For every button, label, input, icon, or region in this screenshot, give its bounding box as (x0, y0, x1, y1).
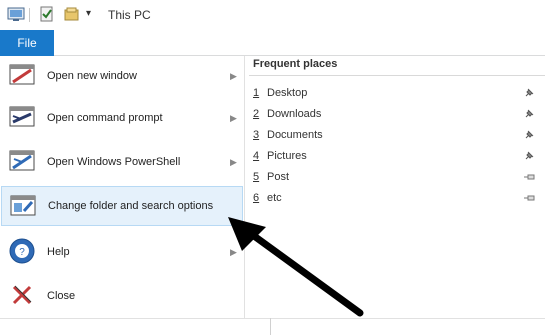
menu-item-open-powershell[interactable]: Open Windows PowerShell ▶ (1, 142, 243, 182)
frequent-place-item[interactable]: 1 Desktop (253, 84, 545, 104)
menu-item-open-command-prompt[interactable]: Open command prompt ▶ (1, 98, 243, 138)
new-folder-icon[interactable] (64, 6, 82, 22)
item-number: 5 (253, 171, 260, 183)
menu-item-change-folder-options[interactable]: Change folder and search options (1, 186, 243, 226)
properties-icon[interactable] (7, 6, 25, 22)
item-number: 3 (253, 129, 260, 141)
file-menu-commands: Open new window ▶ Open command prompt ▶ … (0, 56, 245, 318)
frequent-places-header: Frequent places (253, 58, 338, 70)
item-number: 2 (253, 108, 260, 120)
item-number: 1 (253, 87, 260, 99)
item-name: Documents (267, 129, 323, 141)
menu-item-label: Open command prompt (47, 112, 163, 124)
folder-options-icon (8, 191, 38, 221)
frequent-place-item[interactable]: 5 Post (253, 168, 545, 188)
pin-icon[interactable] (523, 128, 535, 140)
menu-item-close[interactable]: Close (1, 276, 243, 316)
new-window-icon (7, 60, 37, 90)
menu-item-label: Help (47, 246, 70, 258)
frequent-place-item[interactable]: 2 Downloads (253, 105, 545, 125)
command-prompt-icon (7, 102, 37, 132)
close-icon (7, 280, 37, 310)
chevron-right-icon: ▶ (230, 70, 237, 81)
toolbar-separator (29, 8, 30, 22)
item-number: 6 (253, 192, 260, 204)
window-title: This PC (108, 8, 151, 22)
item-number: 4 (253, 150, 260, 162)
menu-item-open-new-window[interactable]: Open new window ▶ (1, 56, 243, 96)
annotation-arrow-icon (228, 217, 364, 317)
powershell-icon (7, 146, 37, 176)
qat-dropdown-icon[interactable]: ▾ (86, 8, 91, 19)
item-name: etc (267, 192, 282, 204)
menu-item-label: Open Windows PowerShell (47, 156, 181, 168)
item-name: Desktop (267, 87, 308, 99)
frequent-place-item[interactable]: 3 Documents (253, 126, 545, 146)
frequent-place-item[interactable]: 4 Pictures (253, 147, 545, 167)
menu-item-label: Open new window (47, 70, 137, 82)
pin-icon[interactable] (523, 107, 535, 119)
pin-icon[interactable] (523, 86, 535, 98)
file-tab-label: File (17, 36, 37, 50)
help-icon: ? (7, 236, 37, 266)
properties-check-icon[interactable] (39, 6, 57, 22)
unpinned-icon[interactable] (523, 170, 535, 182)
menu-item-label: Close (47, 290, 76, 302)
item-name: Post (267, 171, 290, 183)
unpinned-icon[interactable] (523, 191, 535, 203)
svg-text:?: ? (19, 247, 25, 258)
ribbon-bar (0, 30, 545, 56)
menu-item-label: Change folder and search options (48, 200, 214, 212)
item-name: Downloads (267, 108, 322, 120)
title-bar: ▾ This PC (0, 0, 545, 30)
file-tab[interactable]: File (0, 30, 54, 56)
chevron-right-icon: ▶ (230, 156, 237, 167)
menu-item-help[interactable]: ? Help ▶ (1, 232, 243, 272)
divider (249, 75, 545, 76)
chevron-right-icon: ▶ (230, 112, 237, 123)
item-name: Pictures (267, 150, 307, 162)
pin-icon[interactable] (523, 149, 535, 161)
